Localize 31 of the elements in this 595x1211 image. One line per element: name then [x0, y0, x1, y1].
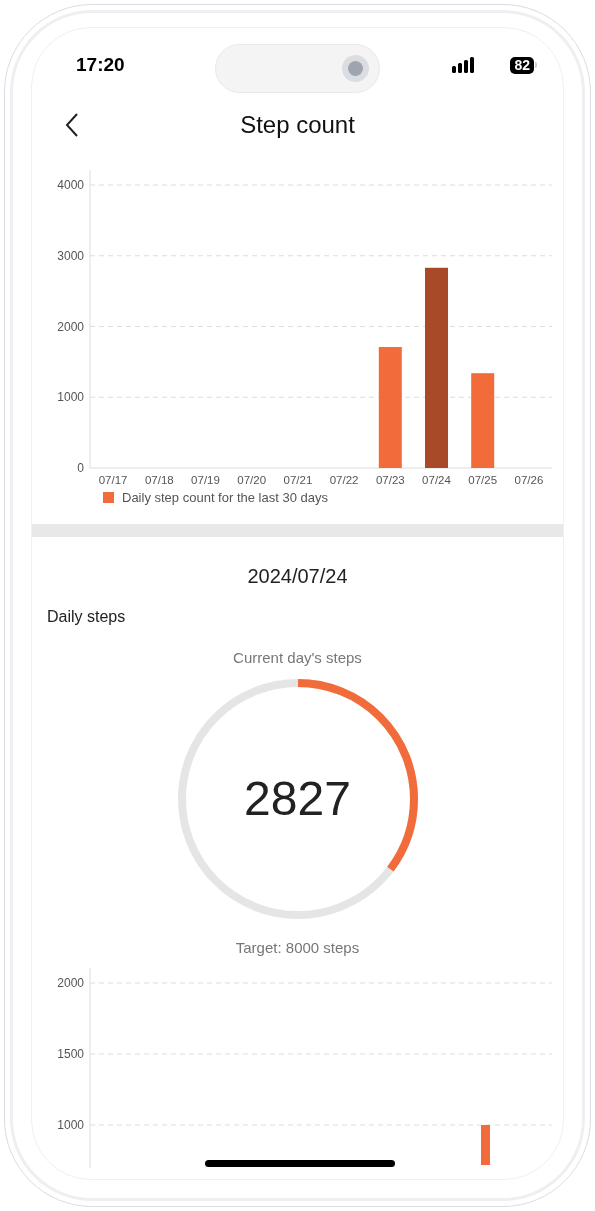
axis-label: 07/19 [191, 474, 220, 486]
axis-label: 3000 [57, 248, 84, 263]
status-time: 17:20 [76, 52, 125, 77]
axis-label: 07/22 [329, 474, 359, 486]
axis-label: 07/25 [468, 474, 498, 486]
axis-label: 07/18 [144, 474, 174, 486]
battery-level: 82 [510, 56, 534, 74]
signal-icon [452, 57, 477, 73]
axis-label: 07/24 [422, 474, 451, 486]
axis-label: 07/20 [237, 474, 267, 486]
camera-icon [342, 55, 369, 82]
back-icon [65, 112, 79, 138]
date-label: 2024/07/24 [246, 563, 349, 589]
legend-label: Daily step count for the last 30 days [122, 489, 328, 507]
axis-label: 1000 [57, 1117, 84, 1132]
axis-label: 07/23 [375, 474, 405, 486]
axis-label: 07/17 [98, 474, 128, 486]
target-label: Target: 8000 steps [234, 938, 361, 958]
page-title: Step count [240, 110, 355, 140]
axis-label: 07/21 [283, 474, 313, 486]
axis-label: 1500 [57, 1046, 84, 1061]
axis-label: 2000 [57, 319, 84, 334]
chart-bar [481, 1124, 490, 1165]
ring-caption: Current day's steps [232, 647, 363, 668]
axis-label: 4000 [57, 178, 84, 192]
step-count-value: 2827 [244, 771, 351, 827]
section-title: Daily steps [46, 606, 127, 627]
axis-label: 0 [77, 461, 84, 475]
axis-label: 2000 [57, 975, 84, 990]
axis-label: 1000 [57, 390, 84, 405]
axis-label: 07/26 [514, 474, 544, 486]
